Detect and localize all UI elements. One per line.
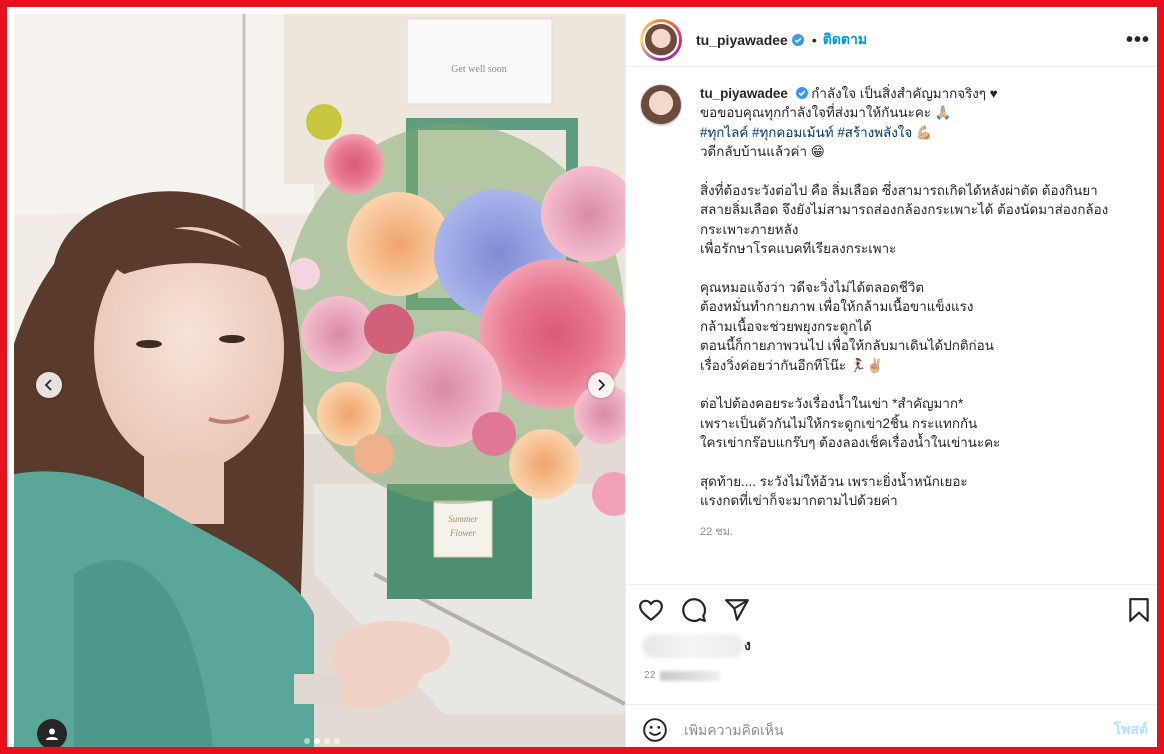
comment-input[interactable]: [684, 721, 1114, 738]
date-prefix: 22: [644, 670, 656, 681]
post-panel: tu_piyawadee • ติดตาม ••• tu_piyawadee ก…: [625, 14, 1157, 747]
post-comment-button[interactable]: โพสต์: [1114, 719, 1148, 741]
caption-line: ใครเข่ากร๊อบแกร๊บๆ ต้องลองเช็คเรื่องน้ำใ…: [700, 435, 1001, 451]
caption-line: วดีกลับบ้านแล้วค่า 😁: [700, 144, 825, 160]
box-label-2: Flower: [449, 528, 476, 538]
carousel-next-button[interactable]: [588, 372, 614, 398]
post-timestamp[interactable]: 22 ชม.: [700, 523, 1108, 542]
carousel-dot-active: [314, 738, 320, 744]
caption-line: ตอนนี้ก็กายภาพวนไป เพื่อให้กลับมาเดินได้…: [700, 338, 994, 354]
carousel-dot: [304, 738, 310, 744]
avatar-image: [643, 22, 679, 58]
caption-line: สิ่งที่ต้องระวังต่อไป คือ ลิ่มเลือด ซึ่ง…: [700, 183, 1098, 199]
caption-area: tu_piyawadee กำลังใจ เป็นสิ่งสำคัญมากจริ…: [640, 84, 1150, 584]
caption-line: กำลังใจ เป็นสิ่งสำคัญมากจริงๆ ♥: [811, 86, 998, 101]
hashtag-link[interactable]: #สร้างพลังใจ: [837, 125, 912, 140]
caption-line: เรื่องวิ่งค่อยว่ากันอีกทีโน๊ะ 🏃‍♀️✌🏼: [700, 357, 884, 373]
share-icon[interactable]: [724, 597, 750, 623]
likes-redacted: [642, 634, 744, 658]
card-text: Get well soon: [451, 64, 507, 75]
date-redacted: [659, 670, 720, 681]
box-label-1: Summer: [448, 514, 478, 524]
caption-line: สลายลิ่มเลือด จึงยังไม่สามารถส่องกล้องกร…: [700, 202, 1109, 218]
caption-line: กระเพาะภายหลัง: [700, 221, 799, 237]
emoji: 💪🏼: [915, 124, 933, 140]
caption-line: คุณหมอแจ้งว่า วดีจะวิ่งไม่ได้ตลอดชีวิต: [700, 280, 925, 296]
action-bar: [626, 584, 1157, 634]
author-username[interactable]: tu_piyawadee: [696, 32, 788, 48]
caption-line: ขอขอบคุณทุกกำลังใจที่ส่งมาให้กันนะคะ 🙏🏼: [700, 105, 952, 121]
hashtag-link[interactable]: #ทุกคอมเม้นท์: [752, 125, 834, 140]
window-frame: Get well soon Summer Flower tu_piyawadee…: [0, 0, 1164, 754]
avatar-image: [640, 84, 682, 126]
caption-line: เพื่อรักษาโรคแบคทีเรียลงกระเพาะ: [700, 241, 897, 257]
comment-icon[interactable]: [681, 597, 707, 623]
likes-suffix: ง: [744, 637, 751, 653]
post-photo: Get well soon Summer Flower: [14, 14, 625, 747]
caption-username[interactable]: tu_piyawadee: [700, 86, 788, 101]
comment-box: โพสต์: [626, 704, 1157, 747]
chevron-left-icon: [44, 379, 52, 391]
caption-line: กล้ามเนื้อจะช่วยพยุงกระดูกได้: [700, 318, 872, 334]
chevron-right-icon: [598, 379, 606, 391]
hashtag-link[interactable]: #ทุกไลค์: [700, 125, 748, 140]
verified-badge-icon: [791, 34, 804, 46]
verified-badge-icon: [795, 87, 808, 99]
carousel-indicator: [304, 738, 340, 744]
caption-line: แรงกดที่เข่าก็จะมากตามไปด้วยค่า: [700, 493, 898, 509]
caption-line: ต้องหมั่นทำกายภาพ เพื่อให้กล้ามเนื้อขาแข…: [700, 299, 974, 315]
caption-text: tu_piyawadee กำลังใจ เป็นสิ่งสำคัญมากจริ…: [700, 84, 1108, 584]
post-header: tu_piyawadee • ติดตาม •••: [626, 14, 1157, 67]
user-tag-button[interactable]: [37, 719, 67, 747]
separator-dot: •: [811, 32, 817, 48]
more-options-icon[interactable]: •••: [1126, 29, 1150, 52]
follow-button[interactable]: ติดตาม: [823, 29, 867, 51]
caption-line: สุดท้าย.... ระวังไม่ให้อ้วน เพราะยิ่งน้ำ…: [700, 474, 968, 490]
caption-line: เพราะเป็นตัวกันไม่ให้กระดูกเข่า2ชิ้น กระ…: [700, 415, 978, 431]
likes-count[interactable]: ง: [642, 634, 751, 658]
carousel-prev-button[interactable]: [36, 372, 62, 398]
user-tag-icon: [46, 728, 58, 740]
carousel-dot: [334, 738, 340, 744]
caption-avatar[interactable]: [640, 84, 682, 126]
carousel-dot: [324, 738, 330, 744]
emoji-icon[interactable]: [642, 717, 668, 743]
post-date: 22: [644, 670, 720, 681]
author-avatar[interactable]: [640, 19, 682, 61]
bookmark-icon[interactable]: [1126, 597, 1152, 623]
caption-line: ต่อไปต้องคอยระวังเรื่องน้ำในเข่า *สำคัญม…: [700, 396, 964, 412]
heart-icon[interactable]: [638, 597, 664, 623]
post-media[interactable]: Get well soon Summer Flower: [14, 14, 625, 747]
